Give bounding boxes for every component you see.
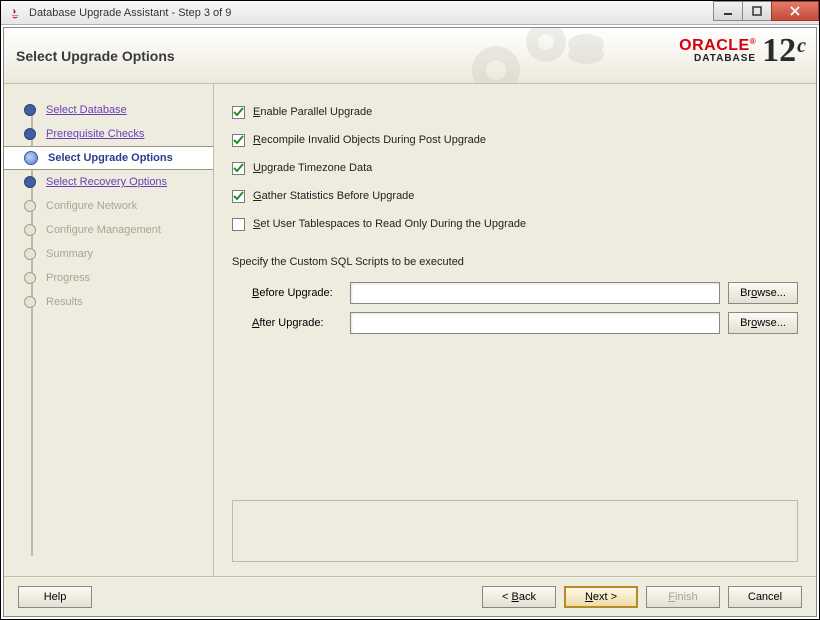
content-frame: Select Upgrade Options ORACLE® DATABASE [3,27,817,617]
version-badge: 12c [762,34,806,68]
checkbox-enable-parallel[interactable] [232,106,245,119]
java-icon [7,5,23,21]
next-button[interactable]: Next > [564,586,638,608]
label-gather-stats: Gather Statistics Before Upgrade [253,190,414,202]
header-decoration [436,28,616,84]
sidebar-item-progress: Progress [4,266,213,290]
checkbox-gather-stats[interactable] [232,190,245,203]
header: Select Upgrade Options ORACLE® DATABASE [4,28,816,84]
status-area [232,500,798,562]
browse-after-button[interactable]: Browse... [728,312,798,334]
sidebar-item-results: Results [4,290,213,314]
browse-before-button[interactable]: Browse... [728,282,798,304]
sidebar-item-select-upgrade-options[interactable]: Select Upgrade Options [4,146,213,170]
sidebar-item-summary: Summary [4,242,213,266]
window-frame: Database Upgrade Assistant - Step 3 of 9… [0,0,820,620]
footer: Help < Back Next > Finish Cancel [4,576,816,616]
checkbox-readonly-ts[interactable] [232,218,245,231]
help-button[interactable]: Help [18,586,92,608]
sidebar: Select Database Prerequisite Checks Sele… [4,84,214,576]
finish-button: Finish [646,586,720,608]
label-readonly-ts: Set User Tablespaces to Read Only During… [253,218,526,230]
window-title: Database Upgrade Assistant - Step 3 of 9 [29,7,231,19]
minimize-button[interactable] [713,1,743,21]
page-title: Select Upgrade Options [16,48,175,64]
after-upgrade-input[interactable] [350,312,720,334]
titlebar: Database Upgrade Assistant - Step 3 of 9 [1,1,819,25]
sidebar-item-configure-management: Configure Management [4,218,213,242]
maximize-button[interactable] [742,1,772,21]
before-upgrade-input[interactable] [350,282,720,304]
main-panel: Enable Parallel Upgrade Recompile Invali… [214,84,816,576]
sidebar-item-select-database[interactable]: Select Database [4,98,213,122]
before-upgrade-label: Before Upgrade: [232,287,342,299]
back-button[interactable]: < Back [482,586,556,608]
window-controls [714,1,819,23]
sidebar-item-configure-network: Configure Network [4,194,213,218]
oracle-logo: ORACLE® DATABASE 12c [679,34,806,68]
label-enable-parallel: Enable Parallel Upgrade [253,106,372,118]
label-recompile: Recompile Invalid Objects During Post Up… [253,134,486,146]
sidebar-item-prerequisite-checks[interactable]: Prerequisite Checks [4,122,213,146]
sidebar-item-select-recovery-options[interactable]: Select Recovery Options [4,170,213,194]
label-timezone: Upgrade Timezone Data [253,162,372,174]
checkbox-timezone[interactable] [232,162,245,175]
close-button[interactable] [771,1,819,21]
cancel-button[interactable]: Cancel [728,586,802,608]
scripts-heading: Specify the Custom SQL Scripts to be exe… [232,256,798,268]
checkbox-recompile[interactable] [232,134,245,147]
after-upgrade-label: After Upgrade: [232,317,342,329]
